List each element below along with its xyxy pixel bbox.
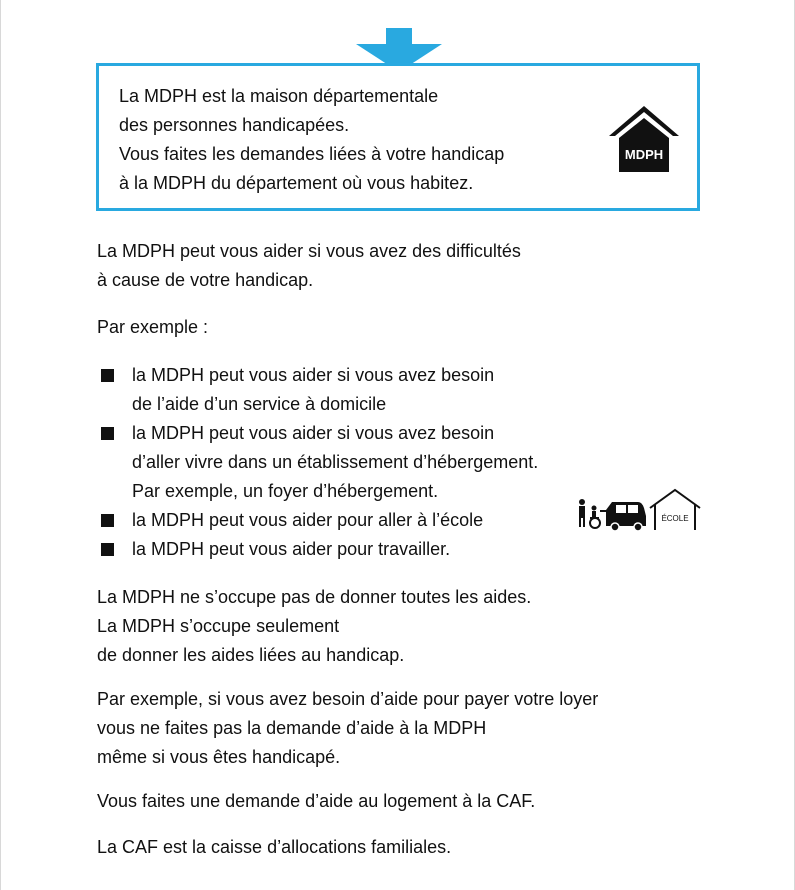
list-item-line: la MDPH peut vous aider si vous avez bes…: [132, 423, 495, 443]
bullet-square-icon: [101, 543, 114, 556]
intro-paragraph: La MDPH peut vous aider si vous avez des…: [97, 237, 521, 295]
paragraph-line: de donner les aides liées au handicap.: [97, 645, 405, 665]
list-item: la MDPH peut vous aider pour travailler.: [101, 535, 538, 564]
van-icon: [600, 502, 646, 532]
paragraph-line: La MDPH ne s’occupe pas de donner toutes…: [97, 587, 532, 607]
paragraph-line: Vous faites une demande d’aide au logeme…: [97, 791, 536, 811]
person-icon: [579, 499, 585, 527]
list-item: la MDPH peut vous aider pour aller à l’é…: [101, 506, 538, 535]
paragraph: Vous faites une demande d’aide au logeme…: [97, 787, 535, 816]
callout-line: des personnes handicapées.: [119, 115, 350, 135]
bullet-square-icon: [101, 427, 114, 440]
callout-line: La MDPH est la maison départementale: [119, 86, 439, 106]
paragraph: La MDPH ne s’occupe pas de donner toutes…: [97, 583, 531, 670]
paragraph: Par exemple, si vous avez besoin d’aide …: [97, 685, 598, 772]
list-item-line: d’aller vivre dans un établissement d’hé…: [132, 452, 539, 472]
paragraph-line: La MDPH s’occupe seulement: [97, 616, 340, 636]
example-label: Par exemple :: [97, 313, 208, 342]
paragraph-line: Par exemple :: [97, 317, 209, 337]
document-page: La MDPH est la maison départementale des…: [0, 0, 795, 890]
school-transport-illustration: ÉCOLE: [579, 488, 701, 532]
paragraph-line: à cause de votre handicap.: [97, 270, 314, 290]
list-item-line: de l’aide d’un service à domicile: [132, 394, 387, 414]
paragraph: La CAF est la caisse d’allocations famil…: [97, 833, 451, 862]
list-item-line: la MDPH peut vous aider pour aller à l’é…: [132, 510, 484, 530]
house-label: MDPH: [625, 147, 663, 162]
paragraph-line: Par exemple, si vous avez besoin d’aide …: [97, 689, 599, 709]
list-item-line: la MDPH peut vous aider pour travailler.: [132, 539, 451, 559]
callout-line: Vous faites les demandes liées à votre h…: [119, 144, 505, 164]
paragraph-line: vous ne faites pas la demande d’aide à l…: [97, 718, 487, 738]
school-label: ÉCOLE: [661, 514, 688, 523]
bullet-square-icon: [101, 514, 114, 527]
list-item-line: la MDPH peut vous aider si vous avez bes…: [132, 365, 495, 385]
wheelchair-icon: [589, 505, 601, 529]
paragraph-line: La CAF est la caisse d’allocations famil…: [97, 837, 452, 857]
school-building-icon: ÉCOLE: [649, 488, 701, 530]
mdph-definition-box: La MDPH est la maison départementale des…: [96, 63, 700, 211]
bullet-square-icon: [101, 369, 114, 382]
callout-text: La MDPH est la maison départementale des…: [119, 82, 504, 198]
paragraph-line: même si vous êtes handicapé.: [97, 747, 341, 767]
paragraph-line: La MDPH peut vous aider si vous avez des…: [97, 241, 521, 261]
mdph-house-icon: MDPH: [609, 106, 679, 172]
callout-line: à la MDPH du département où vous habitez…: [119, 173, 474, 193]
list-item: la MDPH peut vous aider si vous avez bes…: [101, 419, 538, 506]
help-list: la MDPH peut vous aider si vous avez bes…: [101, 361, 538, 564]
list-item-line: Par exemple, un foyer d’hébergement.: [132, 481, 439, 501]
list-item: la MDPH peut vous aider si vous avez bes…: [101, 361, 538, 419]
